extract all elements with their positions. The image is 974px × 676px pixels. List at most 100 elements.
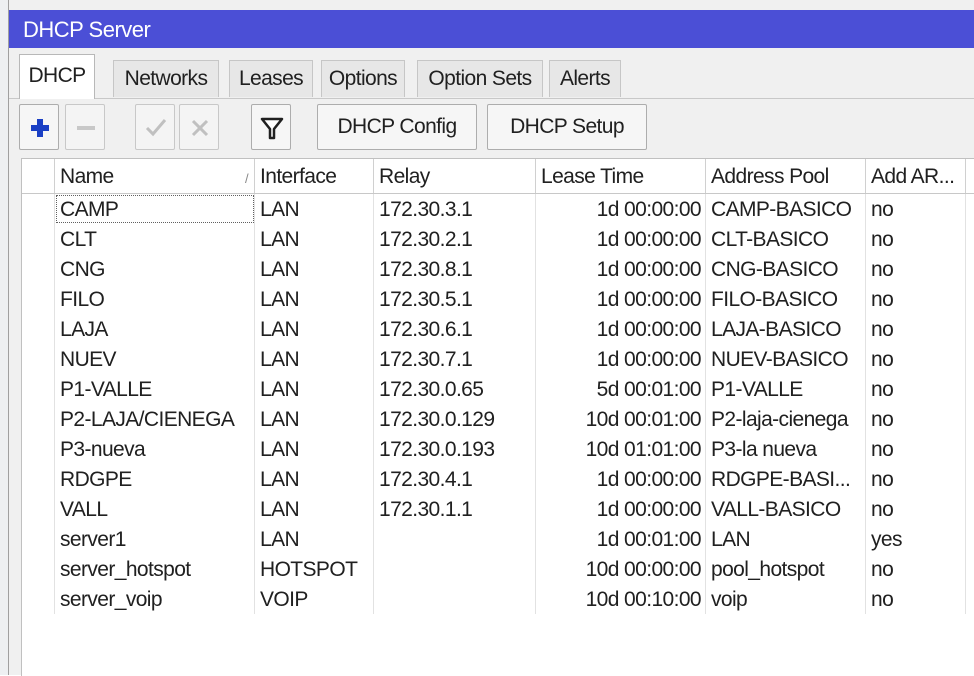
cell-lease-time: 1d 00:00:00: [536, 494, 706, 524]
remove-button[interactable]: [65, 104, 105, 150]
column-header-name[interactable]: Name /: [55, 159, 255, 193]
tab-alerts[interactable]: Alerts: [549, 60, 621, 97]
cell-lease-time: 1d 00:01:00: [536, 524, 706, 554]
cell-relay: 172.30.5.1: [374, 284, 536, 314]
table-row[interactable]: CNG LAN 172.30.8.1 1d 00:00:00 CNG-BASICO no: [22, 254, 974, 284]
cell-name: LAJA: [55, 314, 255, 344]
row-gutter: [22, 194, 55, 224]
cell-name: P1-VALLE: [55, 374, 255, 404]
cell-name: VALL: [55, 494, 255, 524]
cell-address-pool: LAN: [706, 524, 866, 554]
table-row[interactable]: server1 LAN 1d 00:01:00 LAN yes: [22, 524, 974, 554]
cell-interface: HOTSPOT: [255, 554, 374, 584]
cell-interface: LAN: [255, 284, 374, 314]
add-button[interactable]: [19, 104, 59, 150]
cell-name: CNG: [55, 254, 255, 284]
table-row[interactable]: CAMP LAN 172.30.3.1 1d 00:00:00 CAMP-BASICO n…: [22, 194, 974, 224]
cell-address-pool: CLT-BASICO: [706, 224, 866, 254]
filter-button[interactable]: [251, 104, 291, 150]
cell-interface: LAN: [255, 524, 374, 554]
cell-lease-time: 1d 00:00:00: [536, 284, 706, 314]
cell-relay: [374, 554, 536, 584]
cell-lease-time: 10d 00:00:00: [536, 554, 706, 584]
cell-lease-time: 10d 00:10:00: [536, 584, 706, 614]
cell-add-arp: no: [866, 554, 966, 584]
cell-interface: LAN: [255, 494, 374, 524]
cell-lease-time: 1d 00:00:00: [536, 194, 706, 224]
cell-name: P2-LAJA/CIENEGA: [55, 404, 255, 434]
cell-relay: 172.30.6.1: [374, 314, 536, 344]
sort-indicator-icon: /: [244, 171, 249, 186]
cell-add-arp: yes: [866, 524, 966, 554]
row-gutter: [22, 524, 55, 554]
table-row[interactable]: LAJA LAN 172.30.6.1 1d 00:00:00 LAJA-BASICO n…: [22, 314, 974, 344]
cell-add-arp: no: [866, 194, 966, 224]
row-gutter: [22, 224, 55, 254]
cell-add-arp: no: [866, 374, 966, 404]
cell-name: CLT: [55, 224, 255, 254]
cell-lease-time: 1d 00:00:00: [536, 344, 706, 374]
tab-networks[interactable]: Networks: [113, 60, 219, 97]
disable-button[interactable]: [179, 104, 219, 150]
column-header-interface[interactable]: Interface: [255, 159, 374, 193]
cell-relay: 172.30.8.1: [374, 254, 536, 284]
column-header-add-arp[interactable]: Add AR...: [866, 159, 966, 193]
cell-lease-time: 5d 00:01:00: [536, 374, 706, 404]
row-gutter: [22, 284, 55, 314]
cell-address-pool: P2-laja-cienega: [706, 404, 866, 434]
cell-relay: 172.30.7.1: [374, 344, 536, 374]
cell-relay: 172.30.0.65: [374, 374, 536, 404]
cell-address-pool: voip: [706, 584, 866, 614]
dhcp-server-window: DHCP Server DHCP Networks Leases Options…: [8, 0, 974, 676]
cell-name: NUEV: [55, 344, 255, 374]
column-header-relay[interactable]: Relay: [374, 159, 536, 193]
window-titlebar[interactable]: DHCP Server: [9, 10, 974, 48]
check-icon: [145, 119, 167, 137]
tab-dhcp[interactable]: DHCP: [19, 54, 95, 99]
column-header-address-pool[interactable]: Address Pool: [706, 159, 866, 193]
cell-relay: 172.30.0.193: [374, 434, 536, 464]
cell-relay: 172.30.1.1: [374, 494, 536, 524]
table-row[interactable]: server_voip VOIP 10d 00:10:00 voip no: [22, 584, 974, 614]
cell-address-pool: FILO-BASICO: [706, 284, 866, 314]
row-gutter: [22, 254, 55, 284]
tab-divider: [9, 98, 974, 99]
table-row[interactable]: VALL LAN 172.30.1.1 1d 00:00:00 VALL-BASICO n…: [22, 494, 974, 524]
table-row[interactable]: P1-VALLE LAN 172.30.0.65 5d 00:01:00 P1-VALL…: [22, 374, 974, 404]
row-gutter: [22, 584, 55, 614]
cell-name: P3-nueva: [55, 434, 255, 464]
cell-interface: LAN: [255, 404, 374, 434]
cell-interface: LAN: [255, 254, 374, 284]
cell-relay: 172.30.2.1: [374, 224, 536, 254]
column-header-lease-time[interactable]: Lease Time: [536, 159, 706, 193]
cell-name: RDGPE: [55, 464, 255, 494]
table-row[interactable]: server_hotspot HOTSPOT 10d 00:00:00 pool_ho…: [22, 554, 974, 584]
dhcp-config-button[interactable]: DHCP Config: [317, 104, 477, 150]
window-title: DHCP Server: [23, 17, 151, 42]
row-gutter: [22, 434, 55, 464]
enable-button[interactable]: [135, 104, 175, 150]
tab-leases[interactable]: Leases: [229, 60, 313, 97]
x-icon: [191, 119, 209, 137]
tab-option-sets[interactable]: Option Sets: [417, 60, 543, 97]
table-row[interactable]: P2-LAJA/CIENEGA LAN 172.30.0.129 10d 00:01:…: [22, 404, 974, 434]
cell-add-arp: no: [866, 284, 966, 314]
tab-options[interactable]: Options: [321, 60, 405, 97]
table-row[interactable]: FILO LAN 172.30.5.1 1d 00:00:00 FILO-BASICO n…: [22, 284, 974, 314]
cell-address-pool: CNG-BASICO: [706, 254, 866, 284]
table-row[interactable]: RDGPE LAN 172.30.4.1 1d 00:00:00 RDGPE-BASI.…: [22, 464, 974, 494]
dhcp-setup-button[interactable]: DHCP Setup: [487, 104, 647, 150]
cell-lease-time: 10d 01:01:00: [536, 434, 706, 464]
cell-name: server1: [55, 524, 255, 554]
table-row[interactable]: NUEV LAN 172.30.7.1 1d 00:00:00 NUEV-BASICO n…: [22, 344, 974, 374]
cell-lease-time: 1d 00:00:00: [536, 224, 706, 254]
row-gutter: [22, 404, 55, 434]
row-gutter: [22, 464, 55, 494]
cell-lease-time: 1d 00:00:00: [536, 254, 706, 284]
cell-add-arp: no: [866, 584, 966, 614]
table-header: Name / Interface Relay Lease Time Addres…: [22, 159, 974, 194]
cell-interface: LAN: [255, 224, 374, 254]
table-row[interactable]: P3-nueva LAN 172.30.0.193 10d 01:01:00 P3-la…: [22, 434, 974, 464]
cell-address-pool: CAMP-BASICO: [706, 194, 866, 224]
table-row[interactable]: CLT LAN 172.30.2.1 1d 00:00:00 CLT-BASICO no: [22, 224, 974, 254]
